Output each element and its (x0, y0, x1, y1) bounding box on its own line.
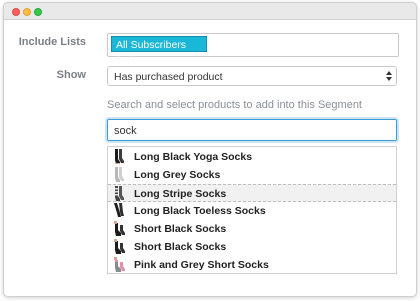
show-select-value: Has purchased product (114, 71, 223, 83)
pink-grey-socks-icon (114, 257, 125, 272)
title-bar (4, 3, 416, 20)
result-item[interactable]: Pink and Grey Short Socks (108, 256, 396, 274)
black-socks-icon (115, 149, 124, 164)
stripe-socks-icon (115, 186, 124, 201)
include-lists-field[interactable]: All Subscribers (11) (107, 33, 399, 67)
product-search-input[interactable]: sock (107, 119, 397, 141)
result-item[interactable]: Long Black Yoga Socks (108, 148, 396, 166)
black-socks-icon (114, 221, 125, 236)
show-label: Show (56, 69, 86, 81)
result-item-highlighted[interactable]: Long Stripe Socks (108, 184, 396, 202)
search-hint: Search and select products to add into t… (107, 99, 362, 111)
close-window-button[interactable] (12, 8, 20, 16)
show-select[interactable]: Has purchased product (107, 66, 397, 86)
select-arrows-icon (386, 71, 392, 81)
maximize-window-button[interactable] (34, 8, 42, 16)
result-item[interactable]: Long Grey Socks (108, 166, 396, 184)
black-socks-icon (114, 239, 125, 254)
list-chip[interactable]: All Subscribers (11) (111, 36, 207, 67)
result-item[interactable]: Short Black Socks (108, 238, 396, 256)
include-lists-label: Include Lists (18, 36, 86, 48)
search-results-dropdown: Long Black Yoga Socks Long Grey Socks Lo… (107, 146, 397, 274)
black-socks-icon (114, 203, 124, 217)
app-window: Include Lists All Subscribers (11) Show … (3, 2, 417, 297)
result-item[interactable]: Short Black Socks (108, 220, 396, 238)
result-item[interactable]: Long Black Toeless Socks (108, 202, 396, 220)
minimize-window-button[interactable] (23, 8, 31, 16)
grey-socks-icon (115, 167, 124, 182)
